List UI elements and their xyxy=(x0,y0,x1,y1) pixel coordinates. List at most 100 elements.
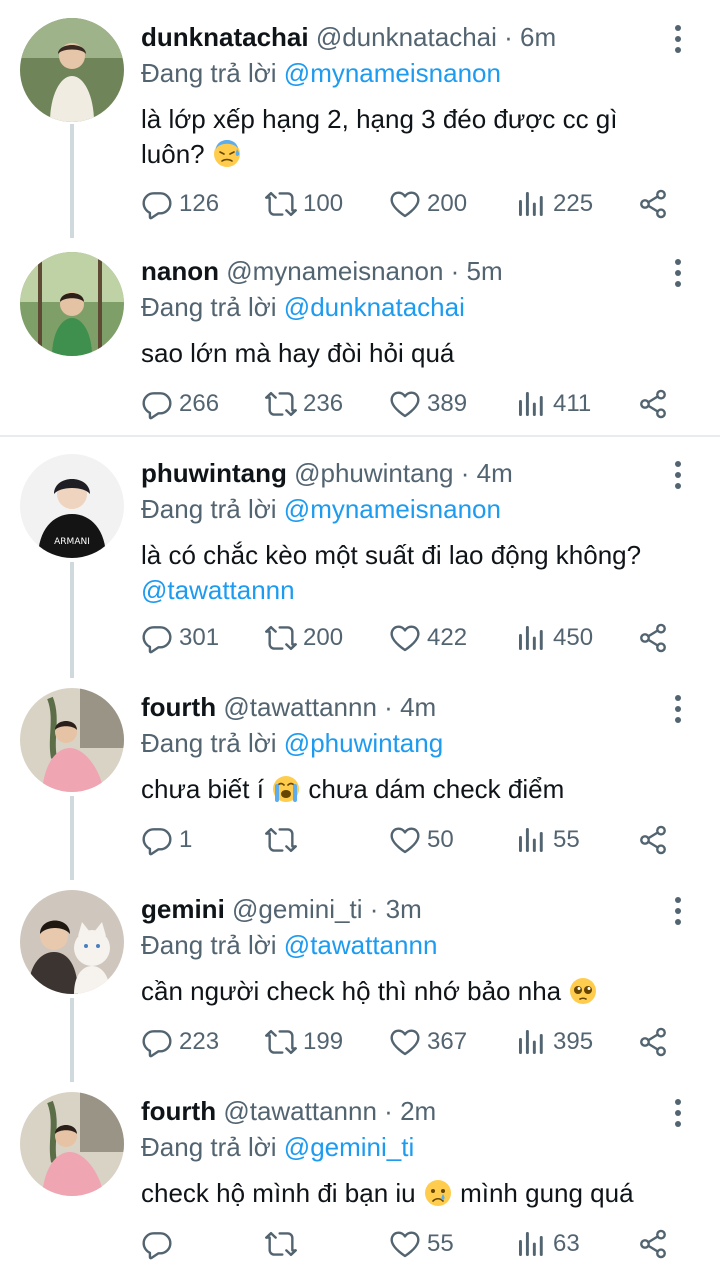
reply-count: 1 xyxy=(179,826,193,853)
user-handle[interactable]: @gemini_ti xyxy=(232,894,362,924)
retweet-button[interactable]: 100 xyxy=(265,184,343,224)
tweet-text-before: check hộ mình đi bạn iu xyxy=(141,1178,416,1208)
more-options-icon[interactable] xyxy=(666,24,690,54)
user-handle[interactable]: @dunknatachai xyxy=(316,22,497,52)
tweet-text: là lớp xếp hạng 2, hạng 3 đéo được cc gì… xyxy=(141,102,671,172)
timestamp[interactable]: 2m xyxy=(400,1096,436,1126)
retweet-icon xyxy=(265,388,297,420)
like-button[interactable]: 367 xyxy=(389,1022,467,1062)
action-bar: 126 100 200 225 xyxy=(141,184,681,224)
replying-to-label: Đang trả lời xyxy=(141,930,277,960)
timestamp[interactable]: 5m xyxy=(467,256,503,286)
more-options-icon[interactable] xyxy=(666,694,690,724)
heart-icon xyxy=(389,188,421,220)
more-options-icon[interactable] xyxy=(666,460,690,490)
retweet-icon xyxy=(265,188,297,220)
like-button[interactable]: 389 xyxy=(389,384,467,424)
display-name[interactable]: fourth xyxy=(141,1096,216,1126)
views-button[interactable]: 450 xyxy=(515,618,593,658)
avatar[interactable]: ARMANI xyxy=(20,454,124,558)
replying-to-label: Đang trả lời xyxy=(141,494,277,524)
timestamp[interactable]: 4m xyxy=(477,458,513,488)
share-button[interactable] xyxy=(637,1224,669,1264)
timestamp[interactable]: 4m xyxy=(400,692,436,722)
views-icon xyxy=(515,188,547,220)
reply-count: 223 xyxy=(179,1028,220,1055)
views-button[interactable]: 395 xyxy=(515,1022,593,1062)
replying-to-handle[interactable]: @gemini_ti xyxy=(284,1132,414,1162)
share-button[interactable] xyxy=(637,384,669,424)
replying-to-handle[interactable]: @tawattannn xyxy=(284,930,438,960)
user-handle[interactable]: @tawattannn xyxy=(223,692,377,722)
retweet-count: 199 xyxy=(303,1028,344,1055)
display-name[interactable]: phuwintang xyxy=(141,458,287,488)
user-handle[interactable]: @tawattannn xyxy=(223,1096,377,1126)
retweet-button[interactable]: 236 xyxy=(265,384,343,424)
reply-icon xyxy=(141,1228,173,1260)
reply-button[interactable]: 223 xyxy=(141,1022,219,1062)
display-name[interactable]: fourth xyxy=(141,692,216,722)
replying-to: Đang trả lời @gemini_ti xyxy=(141,1132,414,1162)
tweet-text-before: chưa biết í xyxy=(141,774,264,804)
replying-to-label: Đang trả lời xyxy=(141,728,277,758)
avatar[interactable] xyxy=(20,18,124,122)
retweet-button[interactable]: 199 xyxy=(265,1022,343,1062)
more-options-icon[interactable] xyxy=(666,258,690,288)
display-name[interactable]: gemini xyxy=(141,894,225,924)
retweet-count: 236 xyxy=(303,390,344,417)
tweet[interactable]: fourth @tawattannn · 4m Đang trả lời @ph… xyxy=(0,688,720,868)
retweet-button[interactable]: 200 xyxy=(265,618,343,658)
reply-button[interactable]: 266 xyxy=(141,384,219,424)
replying-to-handle[interactable]: @mynameisnanon xyxy=(284,494,501,524)
views-button[interactable]: 55 xyxy=(515,820,580,860)
more-options-icon[interactable] xyxy=(666,896,690,926)
tweet[interactable]: nanon @mynameisnanon · 5m Đang trả lời @… xyxy=(0,252,720,432)
like-button[interactable]: 55 xyxy=(389,1224,454,1264)
views-button[interactable]: 225 xyxy=(515,184,593,224)
views-icon xyxy=(515,622,547,654)
tweet-header: gemini @gemini_ti · 3m xyxy=(141,894,660,924)
like-button[interactable]: 200 xyxy=(389,184,467,224)
user-handle[interactable]: @mynameisnanon xyxy=(226,256,443,286)
share-button[interactable] xyxy=(637,184,669,224)
tweet[interactable]: fourth @tawattannn · 2m Đang trả lời @ge… xyxy=(0,1092,720,1272)
tweet-text-content: cần người check hộ thì nhớ bảo nha xyxy=(141,976,562,1006)
retweet-icon xyxy=(265,1228,297,1260)
retweet-button[interactable] xyxy=(265,820,303,860)
retweet-button[interactable] xyxy=(265,1224,303,1264)
views-button[interactable]: 411 xyxy=(515,384,591,424)
tweet-text: cần người check hộ thì nhớ bảo nha xyxy=(141,974,671,1009)
replying-to-handle[interactable]: @phuwintang xyxy=(284,728,443,758)
reply-button[interactable]: 301 xyxy=(141,618,219,658)
avatar[interactable] xyxy=(20,252,124,356)
tweet-text-content: sao lớn mà hay đòi hỏi quá xyxy=(141,338,455,368)
tweet[interactable]: ARMANI phuwintang @phuwintang · 4m Đang … xyxy=(0,454,720,664)
reply-button[interactable]: 1 xyxy=(141,820,192,860)
timestamp[interactable]: 6m xyxy=(520,22,556,52)
tweet-text-after: chưa dám check điểm xyxy=(308,774,565,804)
reply-button[interactable]: 126 xyxy=(141,184,219,224)
share-button[interactable] xyxy=(637,1022,669,1062)
more-options-icon[interactable] xyxy=(666,1098,690,1128)
share-button[interactable] xyxy=(637,820,669,860)
display-name[interactable]: nanon xyxy=(141,256,219,286)
display-name[interactable]: dunknatachai xyxy=(141,22,309,52)
timestamp[interactable]: 3m xyxy=(386,894,422,924)
tweet[interactable]: dunknatachai @dunknatachai · 6m Đang trả… xyxy=(0,18,720,228)
share-button[interactable] xyxy=(637,618,669,658)
avatar[interactable] xyxy=(20,890,124,994)
replying-to-label: Đang trả lời xyxy=(141,1132,277,1162)
retweet-icon xyxy=(265,824,297,856)
replying-to-handle[interactable]: @dunknatachai xyxy=(284,292,465,322)
avatar[interactable] xyxy=(20,688,124,792)
reply-button[interactable] xyxy=(141,1224,179,1264)
avatar[interactable] xyxy=(20,1092,124,1196)
mention-link[interactable]: @tawattannn xyxy=(141,575,295,605)
tweet[interactable]: gemini @gemini_ti · 3m Đang trả lời @taw… xyxy=(0,890,720,1070)
user-handle[interactable]: @phuwintang xyxy=(294,458,453,488)
views-button[interactable]: 63 xyxy=(515,1224,580,1264)
like-button[interactable]: 50 xyxy=(389,820,454,860)
separator: · xyxy=(384,1096,393,1126)
replying-to-handle[interactable]: @mynameisnanon xyxy=(284,58,501,88)
like-button[interactable]: 422 xyxy=(389,618,467,658)
